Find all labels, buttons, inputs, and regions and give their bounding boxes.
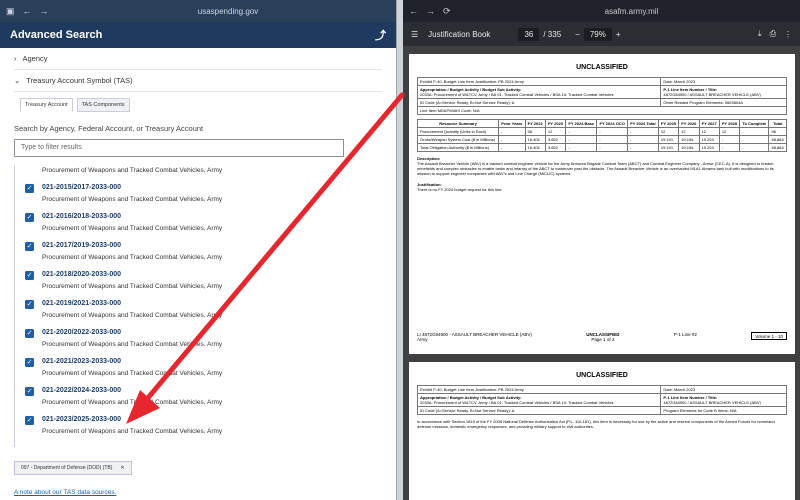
tas-code: 021-2022/2024-2033-000: [42, 387, 122, 394]
exhibit-header: Exhibit P-40, Budget Line Item Justifica…: [416, 77, 787, 115]
tas-list: Procurement of Weapons and Tracked Comba…: [14, 165, 354, 447]
table-header: Total: [768, 119, 787, 128]
search-label: Search by Agency, Federal Account, or Tr…: [14, 124, 204, 133]
tas-description: Procurement of Weapons and Tracked Comba…: [42, 341, 223, 348]
list-item[interactable]: ✓ 021-2019/2021-2033-000 Procurement of We…: [15, 295, 354, 324]
sidebar-icon[interactable]: ▣: [6, 6, 15, 17]
reload-icon[interactable]: ⟳: [443, 6, 451, 17]
page-footer: LI 4872G84900 - ASSAULT BREACHER VEHICLE…: [417, 332, 787, 342]
tas-description: Procurement of Weapons and Tracked Comba…: [42, 254, 223, 261]
close-icon[interactable]: ✕: [120, 465, 124, 471]
checkbox-checked-icon[interactable]: ✓: [25, 358, 34, 367]
table-header: FY 2022: [524, 119, 546, 128]
classification-label: UNCLASSIFIED: [576, 64, 628, 71]
chevron-down-icon: ⌄: [14, 76, 21, 85]
description-text: The Assault Breacher Vehicle (ABV) is a …: [417, 161, 774, 176]
page2-text: In accordance with Section 1815 of the F…: [417, 419, 775, 429]
table-header: FY 2023: [544, 119, 567, 128]
table-header: FY 2024 Total: [627, 119, 659, 128]
table-header: FY 2024 OCO: [596, 119, 629, 128]
chevron-right-icon: ›: [14, 54, 17, 63]
justification-text: There is no FY 2024 budget request for t…: [417, 187, 503, 192]
agency-section[interactable]: › Agency: [14, 48, 382, 70]
checkbox-checked-icon[interactable]: ✓: [25, 242, 34, 251]
table-row: Total Obligation Authority ($ in Million…: [416, 143, 787, 152]
table-header: FY 2028: [718, 119, 741, 128]
list-item[interactable]: ✓ 021-2018/2020-2033-000 Procurement of We…: [15, 266, 354, 295]
table-row: Gross/Weapon System Cost ($ in Millions)…: [416, 135, 787, 144]
forward-icon[interactable]: →: [426, 6, 435, 17]
tas-description: Procurement of Weapons and Tracked Comba…: [42, 225, 223, 232]
checkbox-checked-icon[interactable]: ✓: [25, 329, 34, 338]
back-icon[interactable]: ←: [409, 6, 418, 17]
list-item[interactable]: ✓ 021-2016/2018-2033-000 Procurement of We…: [15, 208, 354, 237]
page-total: / 335: [543, 29, 562, 39]
more-icon[interactable]: ⋮: [784, 30, 792, 39]
pdf-page-1: UNCLASSIFIED Exhibit P-40, Budget Line I…: [409, 54, 795, 354]
filter-input[interactable]: Type to filter results: [14, 139, 344, 157]
table-header: FY 2026: [678, 119, 700, 128]
tab-treasury-account[interactable]: Treasury Account: [20, 98, 73, 112]
checkbox-checked-icon[interactable]: ✓: [25, 213, 34, 222]
list-item[interactable]: ✓ 021-2022/2024-2033-000 Procurement of We…: [15, 382, 354, 411]
browser-toolbar-right: ← → ⟳ asafm.army.mil: [403, 0, 800, 22]
list-item[interactable]: ✓ 021-2020/2022-2033-000 Procurement of We…: [15, 324, 354, 353]
download-icon[interactable]: ⤓: [758, 29, 762, 39]
print-icon[interactable]: ⎙: [770, 29, 776, 39]
tas-description: Procurement of Weapons and Tracked Comba…: [42, 428, 223, 435]
table-header: To Complete: [739, 119, 770, 128]
tas-code: 021-2017/2019-2033-000: [42, 242, 122, 249]
checkbox-checked-icon[interactable]: ✓: [25, 387, 34, 396]
tas-section[interactable]: ⌄ Treasury Account Symbol (TAS): [14, 70, 382, 92]
table-row: Procurement Quantity (Units in Each) -36 1…: [416, 127, 787, 136]
list-item[interactable]: ✓ 021-2017/2019-2033-000 Procurement of We…: [15, 237, 354, 266]
tas-description: Procurement of Weapons and Tracked Comba…: [42, 370, 223, 377]
tas-code: 021-2020/2022-2033-000: [42, 329, 122, 336]
tas-description: Procurement of Weapons and Tracked Comba…: [42, 312, 223, 319]
checkbox-checked-icon[interactable]: ✓: [25, 416, 34, 425]
list-item[interactable]: ✓ 021-2021/2023-2033-000 Procurement of We…: [15, 353, 354, 382]
zoom-level[interactable]: 79%: [583, 27, 612, 41]
checkbox-checked-icon[interactable]: ✓: [25, 271, 34, 280]
zoom-in-icon[interactable]: +: [616, 30, 621, 39]
document-title: Justification Book: [428, 29, 491, 39]
browser-toolbar-left: ▣ ← → usaspending.gov: [0, 0, 396, 22]
tas-code: 021-2015/2017-2033-000: [42, 184, 122, 191]
tas-code: 021-2016/2018-2033-000: [42, 213, 122, 220]
advanced-search-header: Advanced Search ⤴: [0, 22, 396, 48]
pdf-viewer-window: ← → ⟳ asafm.army.mil ☰ Justification Book …: [403, 0, 800, 500]
table-header: FY 2024 Base: [565, 119, 598, 128]
tas-note-link[interactable]: A note about our TAS data sources.: [14, 489, 382, 496]
usaspending-window: ▣ ← → usaspending.gov Advanced Search ⤴ › A…: [0, 0, 397, 500]
pdf-page-2: UNCLASSIFIED Exhibit P-40, Budget Line I…: [409, 362, 795, 500]
selected-agency-chip: 097 - Department of Defense (DOD) (TB) ✕: [14, 461, 132, 475]
menu-icon[interactable]: ☰: [411, 30, 418, 39]
tas-code: 021-2023/2025-2033-000: [42, 416, 122, 423]
resource-summary-table: Resource Summary Prior Years FY 2022 FY 202…: [416, 119, 787, 152]
pdf-toolbar: ☰ Justification Book 36 / 335 − 79% + ⤓ …: [403, 22, 800, 46]
zoom-out-icon[interactable]: −: [575, 30, 580, 39]
table-header: Resource Summary: [416, 119, 500, 128]
address-bar[interactable]: usaspending.gov: [66, 7, 390, 16]
list-item[interactable]: ✓ 021-2015/2017-2033-000 Procurement of We…: [15, 179, 354, 208]
list-item[interactable]: ✓ 021-2023/2025-2033-000 Procurement of We…: [15, 411, 354, 440]
tas-code: 021-2019/2021-2033-000: [42, 300, 122, 307]
address-bar[interactable]: asafm.army.mil: [469, 7, 794, 16]
tas-code: 021-2021/2023-2033-000: [42, 358, 122, 365]
page-number-input[interactable]: 36: [518, 27, 540, 41]
checkbox-checked-icon[interactable]: ✓: [25, 184, 34, 193]
tas-description: Procurement of Weapons and Tracked Comba…: [42, 399, 223, 406]
tas-description: Procurement of Weapons and Tracked Comba…: [42, 196, 223, 203]
table-header: FY 2025: [657, 119, 680, 128]
table-header: Prior Years: [498, 119, 526, 128]
forward-icon[interactable]: →: [40, 6, 49, 17]
table-header: FY 2027: [698, 119, 720, 128]
tas-description: Procurement of Weapons and Tracked Comba…: [42, 283, 223, 290]
page-title: Advanced Search: [10, 29, 103, 41]
back-icon[interactable]: ←: [23, 6, 32, 17]
share-icon[interactable]: ⤴: [375, 27, 386, 43]
tas-code: 021-2018/2020-2033-000: [42, 271, 122, 278]
tab-tas-components[interactable]: TAS Components: [76, 98, 130, 112]
checkbox-checked-icon[interactable]: ✓: [25, 300, 34, 309]
